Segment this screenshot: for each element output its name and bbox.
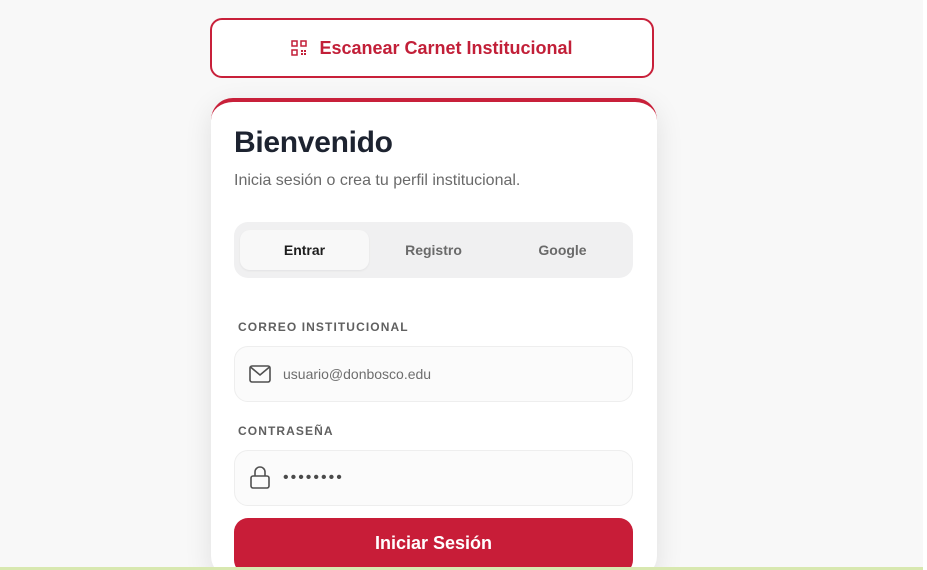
right-edge <box>923 0 927 570</box>
email-label: CORREO INSTITUCIONAL <box>238 320 409 334</box>
auth-tabs: Entrar Registro Google <box>234 222 633 278</box>
scan-id-card-button[interactable]: Escanear Carnet Institucional <box>210 18 654 78</box>
lock-icon <box>250 466 270 489</box>
password-label: CONTRASEÑA <box>238 424 334 438</box>
password-field[interactable] <box>234 450 633 506</box>
tab-entrar[interactable]: Entrar <box>240 230 369 270</box>
login-submit-button[interactable]: Iniciar Sesión <box>234 518 633 570</box>
card-subtitle: Inicia sesión o crea tu perfil instituci… <box>234 172 521 189</box>
mail-icon <box>249 365 271 383</box>
login-card: Bienvenido Inicia sesión o crea tu perfi… <box>211 98 657 570</box>
email-field[interactable] <box>234 346 633 402</box>
email-input[interactable] <box>283 366 603 382</box>
card-title: Bienvenido <box>234 126 393 159</box>
scan-id-card-label: Escanear Carnet Institucional <box>319 37 573 58</box>
password-input[interactable] <box>283 469 603 487</box>
page: Escanear Carnet Institucional Bienvenido… <box>0 0 927 570</box>
tab-google[interactable]: Google <box>498 230 627 270</box>
qr-code-icon <box>291 40 308 56</box>
tab-registro[interactable]: Registro <box>369 230 498 270</box>
